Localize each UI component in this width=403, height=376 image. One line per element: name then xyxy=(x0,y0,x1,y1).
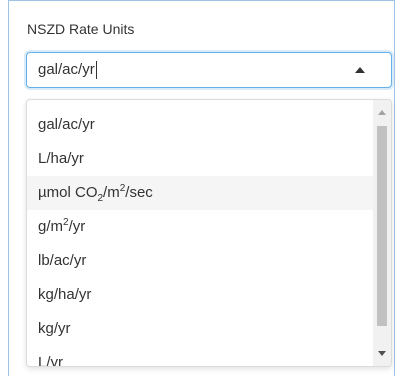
form-panel: NSZD Rate Units gal/ac/yr gal/ac/yr L/ha… xyxy=(8,0,395,376)
dropdown-menu: gal/ac/yr L/ha/yr µmol CO2/m2/sec g/m2/y… xyxy=(26,99,392,367)
option-kg-yr[interactable]: kg/yr xyxy=(27,312,373,346)
scroll-up-arrow-icon[interactable] xyxy=(378,110,386,115)
scroll-down-arrow-icon[interactable] xyxy=(378,351,386,356)
field-label: NSZD Rate Units xyxy=(27,21,135,37)
option-lb-ac-yr[interactable]: lb/ac/yr xyxy=(27,244,373,278)
dropdown-scrollbar[interactable] xyxy=(373,100,391,366)
option-umol-co2-m2-sec[interactable]: µmol CO2/m2/sec xyxy=(27,176,373,210)
chevron-up-icon[interactable] xyxy=(355,67,365,73)
option-l-ha-yr[interactable]: L/ha/yr xyxy=(27,142,373,176)
nszd-rate-units-select[interactable]: gal/ac/yr xyxy=(26,52,392,88)
option-g-m2-yr[interactable]: g/m2/yr xyxy=(27,210,373,244)
scrollbar-thumb[interactable] xyxy=(377,126,387,326)
option-l-yr[interactable]: L/yr xyxy=(27,346,373,366)
option-kg-ha-yr[interactable]: kg/ha/yr xyxy=(27,278,373,312)
options-list: gal/ac/yr L/ha/yr µmol CO2/m2/sec g/m2/y… xyxy=(27,100,373,366)
select-current-value: gal/ac/yr xyxy=(38,60,97,80)
text-caret xyxy=(95,61,97,80)
option-gal-ac-yr[interactable]: gal/ac/yr xyxy=(27,108,373,142)
